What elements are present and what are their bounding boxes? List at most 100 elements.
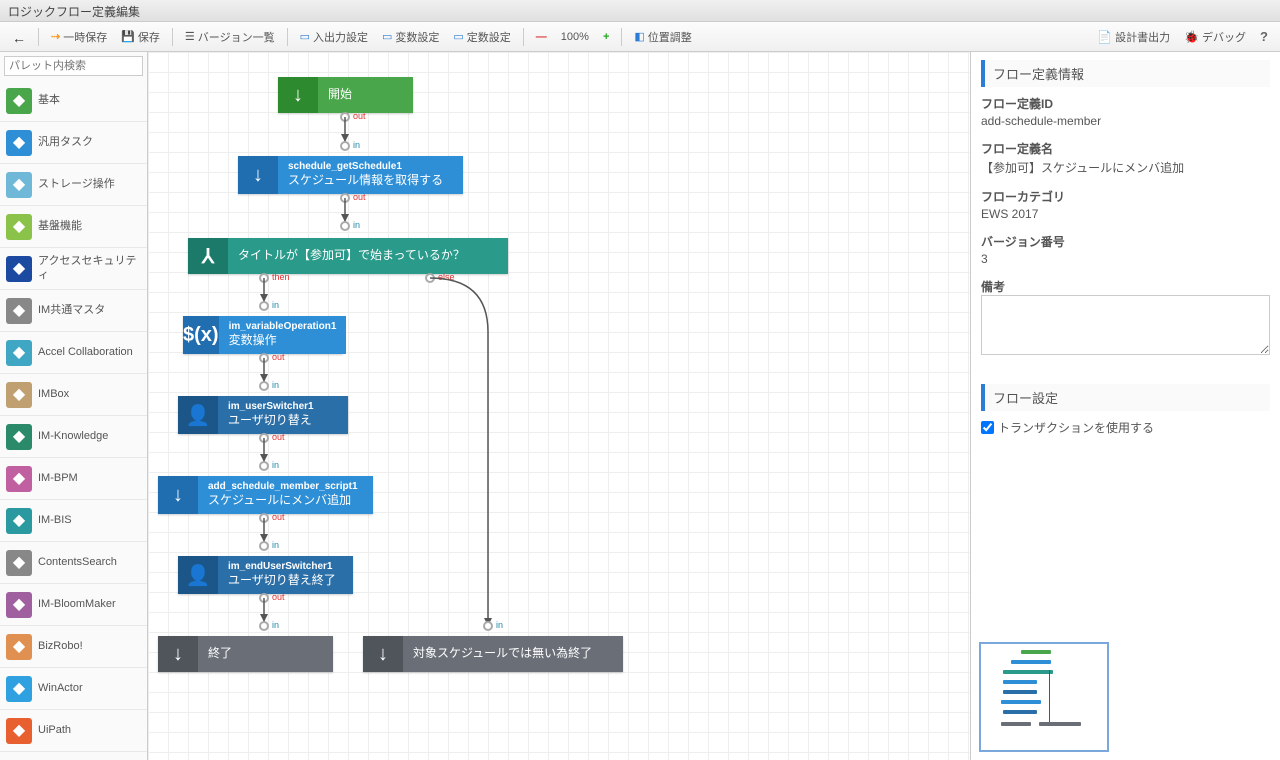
port[interactable]: [340, 112, 350, 122]
node-label: ユーザ切り替え終了: [228, 573, 343, 589]
port-label: out: [272, 512, 285, 522]
flow-id-label: フロー定義ID: [981, 95, 1270, 112]
palette-icon: ◆: [6, 382, 32, 408]
palette-item[interactable]: ◆IM-Knowledge: [0, 416, 147, 458]
palette-label: IM共通マスタ: [38, 304, 105, 317]
port[interactable]: [340, 221, 350, 231]
port[interactable]: [259, 433, 269, 443]
back-button[interactable]: [6, 25, 32, 49]
port[interactable]: [340, 193, 350, 203]
title-bar: ロジックフロー定義編集: [0, 0, 1280, 22]
var-setting-button[interactable]: ▭ 変数設定: [376, 25, 445, 49]
spec-output-button[interactable]: 設計書出力: [1091, 25, 1176, 49]
temp-save-button[interactable]: ⇢一時保存: [45, 25, 113, 49]
palette-item[interactable]: ◆IM-BloomMaker: [0, 584, 147, 626]
palette-item[interactable]: ◆ストレージ操作: [0, 164, 147, 206]
canvas[interactable]: ↓開始outin↓schedule_getSchedule1スケジュール情報を取…: [148, 52, 970, 760]
palette-item[interactable]: ◆ IMBox: [0, 374, 147, 416]
node-icon: 👤: [178, 396, 218, 434]
port[interactable]: [259, 541, 269, 551]
palette-label: 汎用タスク: [38, 136, 93, 149]
palette-item[interactable]: ◆ IM共通マスタ: [0, 290, 147, 332]
palette-item[interactable]: ◆基盤機能: [0, 206, 147, 248]
remarks-input[interactable]: [981, 295, 1270, 355]
palette-label: 基本: [38, 94, 60, 107]
node-label: スケジュール情報を取得する: [288, 173, 453, 189]
node-id: schedule_getSchedule1: [288, 161, 453, 173]
palette-item[interactable]: ◆汎用タスク: [0, 122, 147, 164]
version-list-button[interactable]: ☰ バージョン一覧: [179, 25, 281, 49]
transaction-label: トランザクションを使用する: [998, 419, 1154, 436]
flow-node[interactable]: ↓対象スケジュールでは無い為終了: [363, 636, 623, 672]
palette-item[interactable]: ◆ContentsSearch: [0, 542, 147, 584]
port[interactable]: [259, 621, 269, 631]
palette-label: 基盤機能: [38, 220, 82, 233]
port[interactable]: [259, 593, 269, 603]
io-setting-button[interactable]: ▭ 入出力設定: [294, 25, 374, 49]
debug-button[interactable]: デバッグ: [1178, 25, 1252, 49]
palette-icon: ◆: [6, 88, 32, 114]
palette-icon: ◆: [6, 508, 32, 534]
zoom-in-button[interactable]: +: [597, 25, 615, 49]
palette-item[interactable]: ◆IM-BIS: [0, 500, 147, 542]
zoom-out-button[interactable]: —: [530, 25, 553, 49]
palette-item[interactable]: ◆Accel Collaboration: [0, 332, 147, 374]
const-setting-button[interactable]: ▭ 定数設定: [447, 25, 516, 49]
var-icon: ▭: [382, 30, 392, 43]
flow-name-value: 【参加可】スケジュールにメンバ追加: [981, 157, 1270, 178]
flow-node[interactable]: ⅄タイトルが【参加可】で始まっているか？: [188, 238, 508, 274]
node-label: 開始: [328, 87, 403, 103]
save-icon: 💾: [121, 30, 135, 43]
flow-node[interactable]: ↓add_schedule_member_script1スケジュールにメンバ追加: [158, 476, 373, 514]
port[interactable]: [259, 353, 269, 363]
palette-item[interactable]: ◆UiPath: [0, 710, 147, 752]
flow-node[interactable]: 👤im_endUserSwitcher1ユーザ切り替え終了: [178, 556, 353, 594]
transaction-checkbox[interactable]: [981, 421, 994, 434]
palette-item[interactable]: ◆アクセスセキュリティ: [0, 248, 147, 290]
node-label: 対象スケジュールでは無い為終了: [413, 646, 613, 662]
port-label: out: [353, 111, 366, 121]
port-label: out: [353, 192, 366, 202]
align-button[interactable]: ◧ 位置調整: [628, 25, 697, 49]
version-label: バージョン番号: [981, 233, 1270, 250]
node-icon: ↓: [238, 156, 278, 194]
palette-label: BizRobo!: [38, 640, 83, 653]
palette-icon: ◆: [6, 424, 32, 450]
port[interactable]: [259, 301, 269, 311]
zoom-value: 100%: [555, 25, 595, 49]
bug-icon: [1184, 30, 1199, 44]
flow-node[interactable]: ↓終了: [158, 636, 333, 672]
node-label: タイトルが【参加可】で始まっているか？: [238, 248, 498, 264]
port[interactable]: [259, 381, 269, 391]
palette: ◆基本◆汎用タスク◆ストレージ操作◆基盤機能◆アクセスセキュリティ◆IM共通マス…: [0, 52, 148, 760]
palette-search-input[interactable]: [4, 56, 143, 76]
back-icon: [12, 30, 26, 44]
node-label: 終了: [208, 646, 323, 662]
palette-item[interactable]: ◆IM-BPM: [0, 458, 147, 500]
minimap[interactable]: [979, 642, 1109, 752]
palette-icon: ◆: [6, 172, 32, 198]
port[interactable]: [340, 141, 350, 151]
port[interactable]: [259, 461, 269, 471]
palette-item[interactable]: ◆WinActor: [0, 668, 147, 710]
palette-icon: ◆: [6, 592, 32, 618]
port[interactable]: [259, 273, 269, 283]
palette-item[interactable]: ◆BizRobo!: [0, 626, 147, 668]
flow-node[interactable]: $(x)im_variableOperation1変数操作: [183, 316, 343, 354]
port[interactable]: [483, 621, 493, 631]
node-label: スケジュールにメンバ追加: [208, 493, 363, 509]
palette-item[interactable]: ◆ 基本: [0, 80, 147, 122]
flow-name-label: フロー定義名: [981, 140, 1270, 157]
port-label: else: [438, 272, 455, 282]
save-button[interactable]: 💾保存: [115, 25, 166, 49]
node-id: add_schedule_member_script1: [208, 481, 363, 493]
help-button[interactable]: [1254, 25, 1274, 49]
port[interactable]: [259, 513, 269, 523]
port[interactable]: [425, 273, 435, 283]
transaction-checkbox-row[interactable]: トランザクションを使用する: [981, 419, 1270, 436]
flow-node[interactable]: ↓ schedule_getSchedule1スケジュール情報を取得する: [238, 156, 463, 194]
flow-node[interactable]: 👤im_userSwitcher1ユーザ切り替え: [178, 396, 348, 434]
palette-icon: ◆: [6, 298, 32, 324]
palette-label: IMBox: [38, 388, 69, 401]
flow-node[interactable]: ↓開始: [278, 77, 413, 113]
